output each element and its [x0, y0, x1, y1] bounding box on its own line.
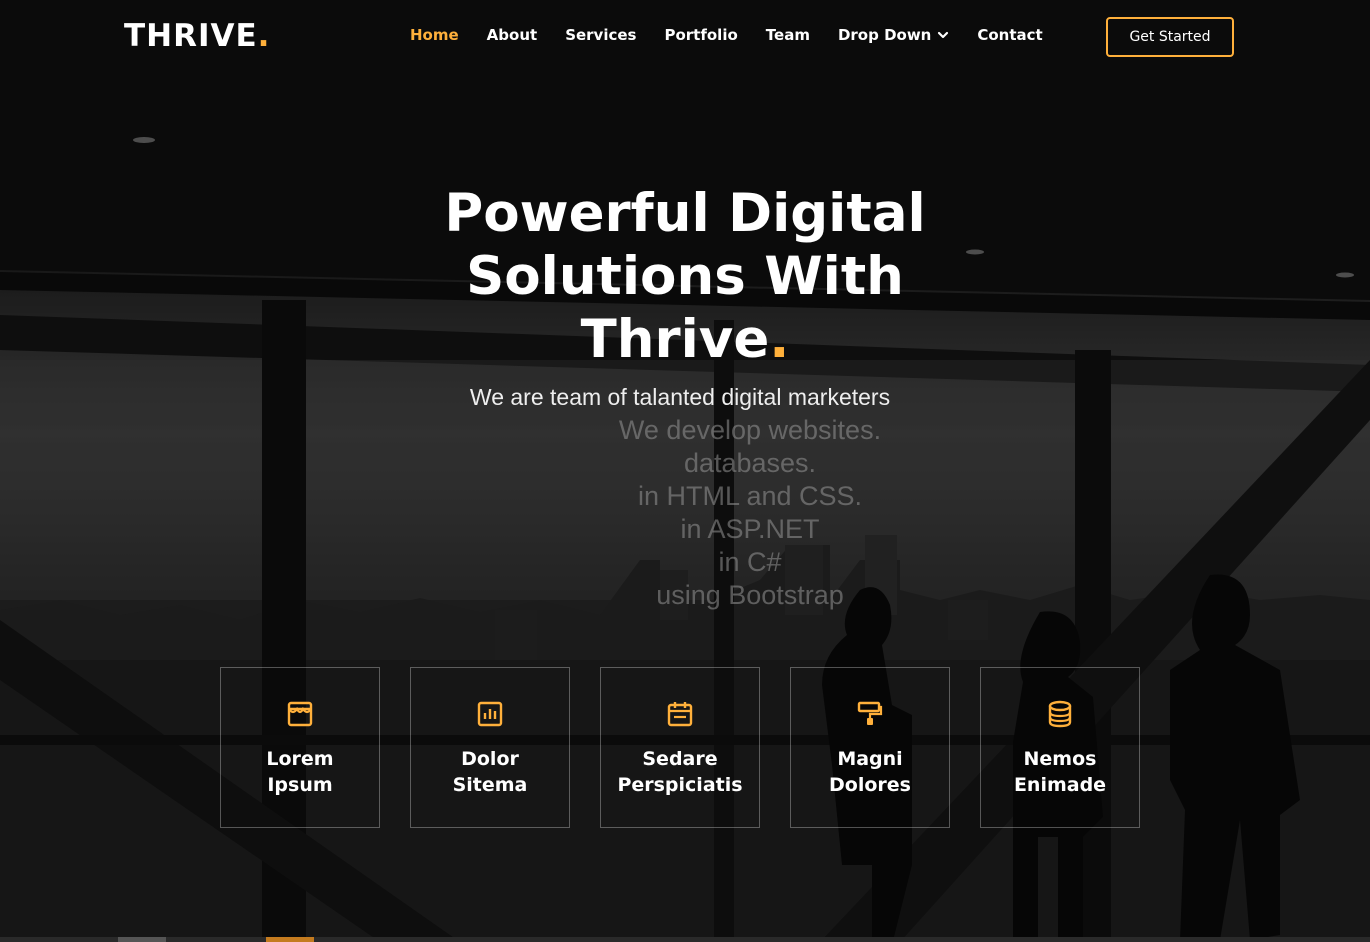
- typed-text: We develop websites. databases. in HTML …: [540, 414, 960, 612]
- bar-chart-icon: [477, 701, 503, 727]
- hero-title-line-3: Thrive.: [385, 308, 985, 371]
- feature-label-line-1: Dolor: [461, 748, 519, 770]
- hero-title-brand: Thrive: [580, 309, 770, 370]
- nav-item-dropdown-label: Drop Down: [837, 26, 932, 44]
- nav-item-portfolio[interactable]: Portfolio: [664, 26, 737, 44]
- typed-line: databases.: [683, 448, 817, 478]
- nav-item-team[interactable]: Team: [766, 26, 810, 44]
- feature-label-line-2: Perspiciatis: [617, 774, 743, 796]
- brand-logo[interactable]: THRIVE.: [124, 18, 270, 54]
- site-header: THRIVE. Home About Services Portfolio Te…: [0, 0, 1370, 74]
- calendar-icon: [667, 702, 693, 727]
- main-nav: Home About Services Portfolio Team Drop …: [410, 26, 1071, 44]
- scroll-indicator-segment: [118, 937, 166, 942]
- nav-item-services[interactable]: Services: [565, 26, 636, 44]
- typed-line: in ASP.NET: [680, 514, 820, 544]
- typed-line: in HTML and CSS.: [637, 481, 863, 511]
- paint-roller-icon: [857, 701, 883, 725]
- typed-line: in C#: [718, 547, 782, 577]
- hero-title-dot: .: [769, 309, 790, 370]
- bottom-scroll-indicator: [0, 937, 1370, 942]
- feature-label: Sedare Perspiciatis: [605, 746, 755, 798]
- database-icon: [1048, 700, 1072, 728]
- feature-box-dolor-sitema[interactable]: Dolor Sitema: [410, 667, 570, 828]
- nav-item-about[interactable]: About: [487, 26, 538, 44]
- feature-label: Dolor Sitema: [415, 746, 565, 798]
- nav-item-home[interactable]: Home: [410, 26, 459, 44]
- feature-label-line-2: Ipsum: [267, 774, 333, 796]
- feature-label: Lorem Ipsum: [225, 746, 375, 798]
- feature-boxes: Lorem Ipsum Dolor Sitema Sedare Perspici…: [220, 667, 1140, 828]
- feature-box-sedare-perspiciatis[interactable]: Sedare Perspiciatis: [600, 667, 760, 828]
- feature-label-line-2: Dolores: [829, 774, 911, 796]
- feature-label: Magni Dolores: [795, 746, 945, 798]
- brand-dot: .: [257, 18, 271, 54]
- hero-subtitle: We are team of talanted digital marketer…: [469, 384, 891, 410]
- nav-item-contact[interactable]: Contact: [977, 26, 1042, 44]
- feature-label-line-1: Magni: [837, 748, 903, 770]
- feature-box-lorem-ipsum[interactable]: Lorem Ipsum: [220, 667, 380, 828]
- hero-title: Powerful Digital Solutions With Thrive.: [385, 182, 985, 371]
- feature-label-line-1: Sedare: [642, 748, 718, 770]
- hero-title-line-1: Powerful Digital: [444, 183, 926, 244]
- typed-line: We develop websites.: [618, 415, 882, 445]
- hero-title-line-2: Solutions With: [466, 246, 904, 307]
- feature-label-line-2: Sitema: [452, 774, 528, 796]
- get-started-button[interactable]: Get Started: [1106, 17, 1234, 57]
- feature-box-magni-dolores[interactable]: Magni Dolores: [790, 667, 950, 828]
- feature-label-line-1: Nemos: [1023, 748, 1097, 770]
- feature-label: Nemos Enimade: [985, 746, 1135, 798]
- scroll-indicator-active-segment: [266, 937, 314, 942]
- chevron-down-icon: [938, 31, 949, 39]
- feature-box-nemos-enimade[interactable]: Nemos Enimade: [980, 667, 1140, 828]
- nav-item-dropdown[interactable]: Drop Down: [838, 26, 949, 44]
- store-icon: [287, 701, 313, 727]
- feature-label-line-1: Lorem: [266, 748, 334, 770]
- typed-line: using Bootstrap: [656, 580, 844, 610]
- brand-name: THRIVE: [124, 18, 258, 54]
- feature-label-line-2: Enimade: [1013, 774, 1107, 796]
